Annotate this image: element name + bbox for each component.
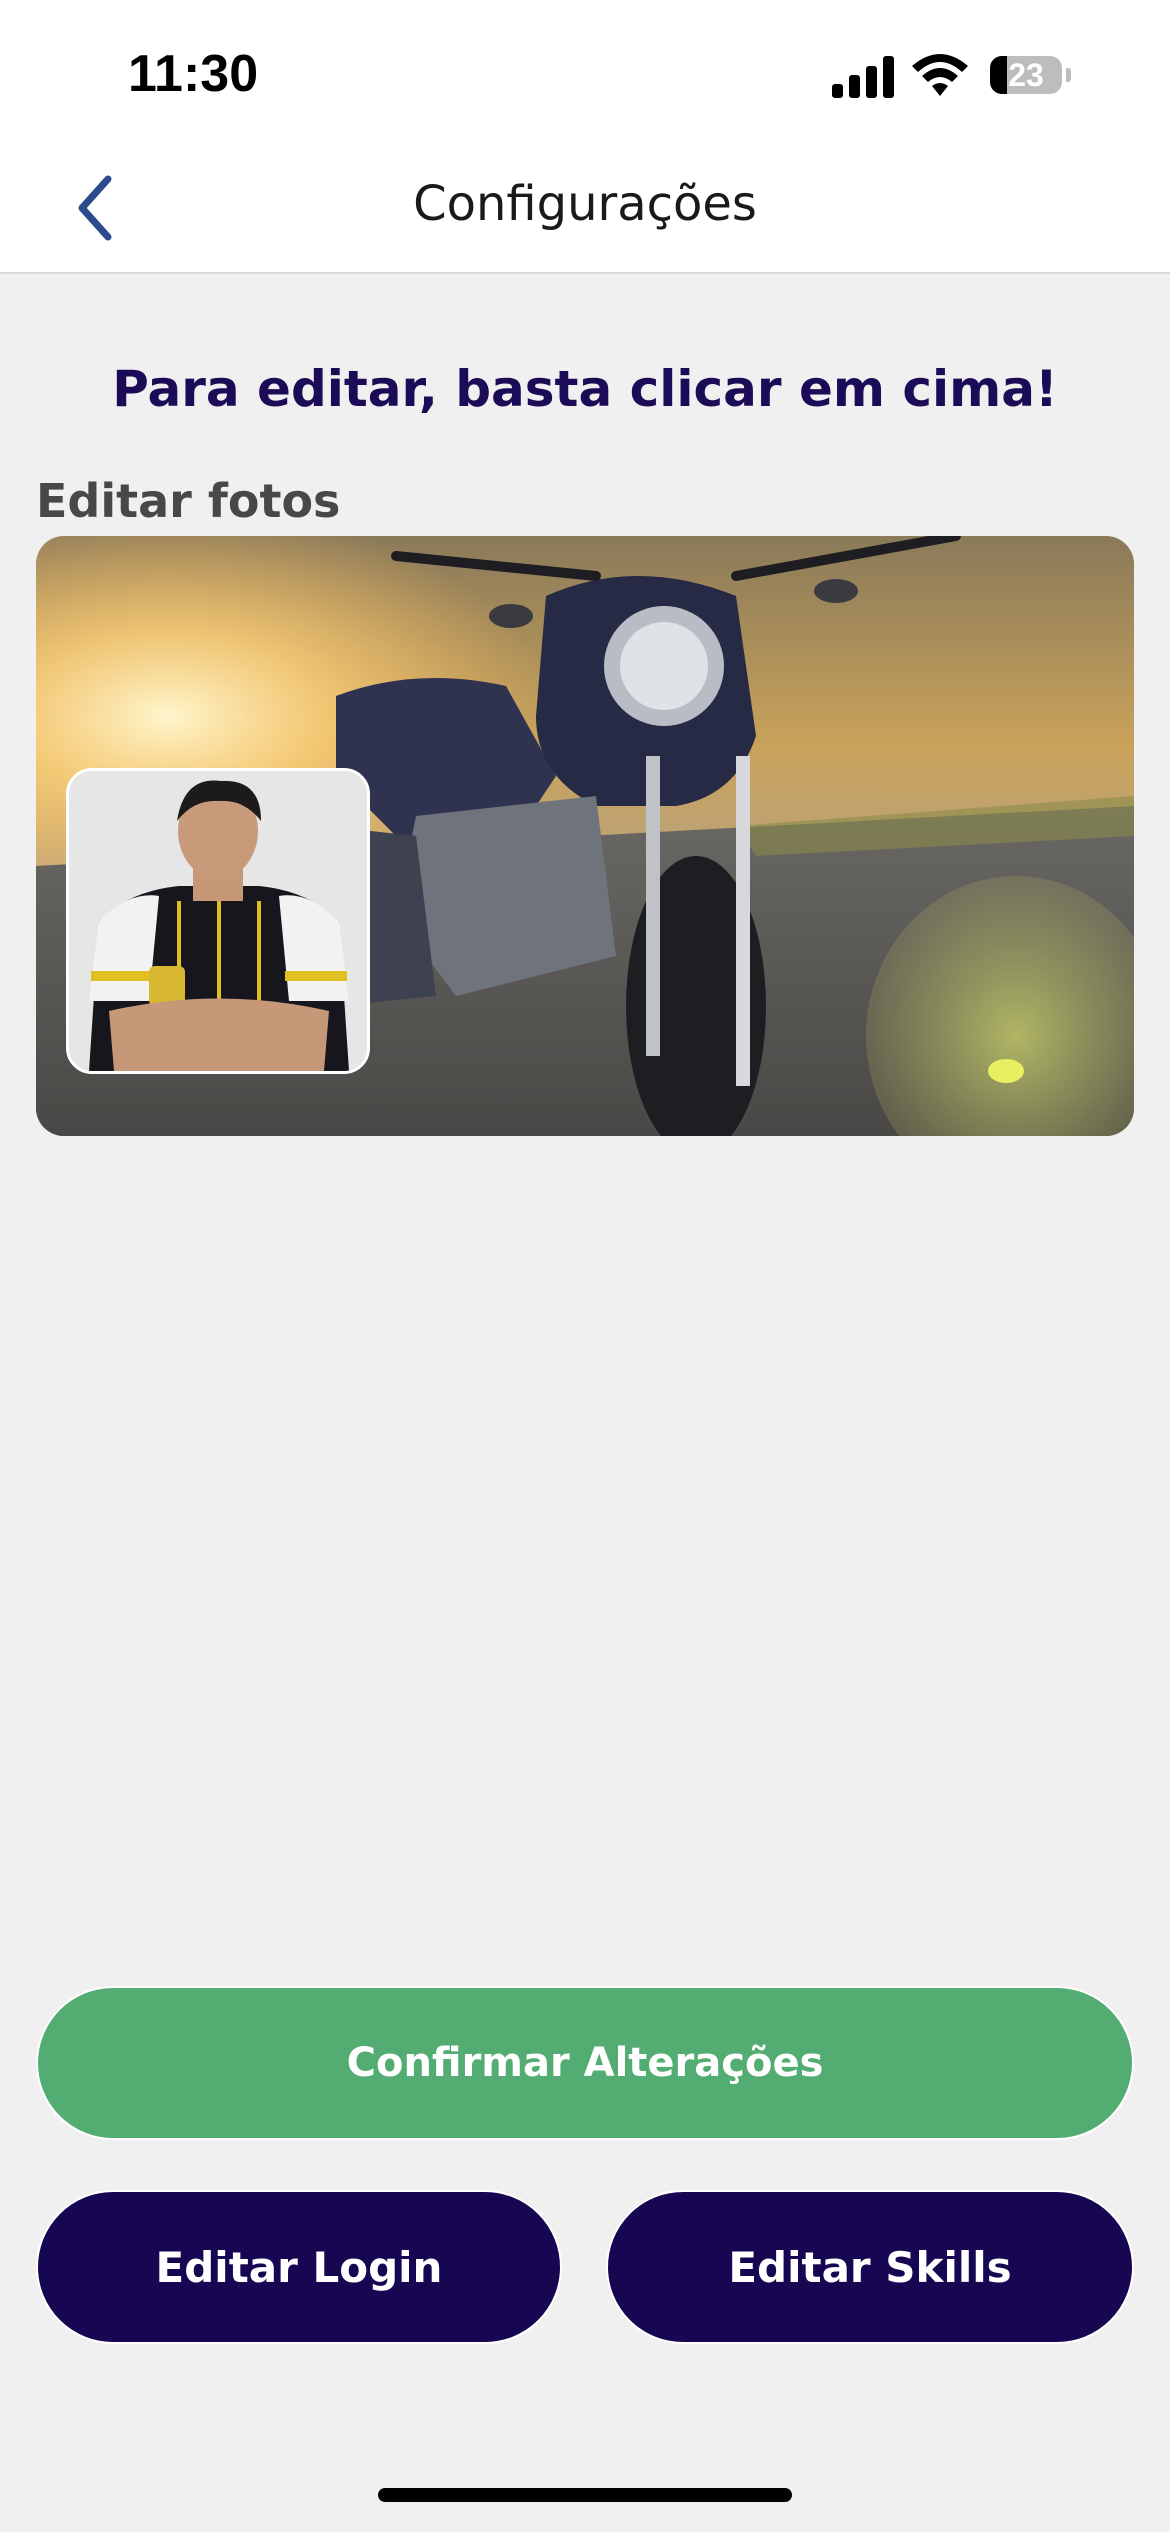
nav-bar: Configurações: [0, 150, 1170, 274]
edit-photos-label: Editar fotos: [36, 474, 341, 528]
wifi-icon: [912, 54, 968, 96]
edit-skills-button[interactable]: Editar Skills: [606, 2190, 1134, 2344]
confirm-changes-button[interactable]: Confirmar Alterações: [36, 1986, 1134, 2140]
instruction-heading: Para editar, basta clicar em cima!: [112, 360, 1058, 418]
battery-icon: 23: [990, 56, 1062, 94]
battery-percent: 23: [1008, 57, 1044, 93]
status-bar: 11:30 23: [0, 0, 1170, 150]
page-title: Configurações: [413, 176, 757, 232]
edit-login-button[interactable]: Editar Login: [36, 2190, 562, 2344]
profile-photo[interactable]: [66, 768, 370, 1074]
battery-tip: [1066, 68, 1071, 82]
status-time: 11:30: [128, 45, 259, 103]
signal-icon: [832, 56, 894, 98]
profile-image: [69, 771, 367, 1071]
home-indicator[interactable]: [378, 2488, 792, 2502]
